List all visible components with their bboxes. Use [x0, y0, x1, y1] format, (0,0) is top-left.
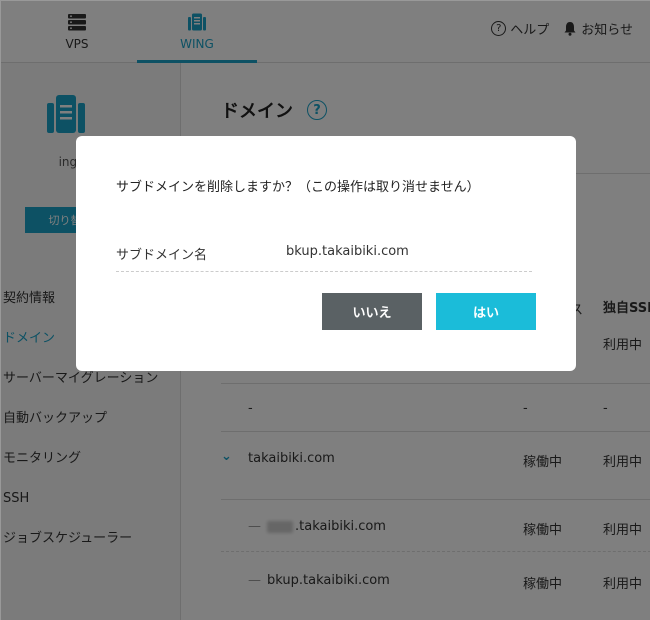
- subdomain-name-label: サブドメイン名: [116, 248, 208, 263]
- no-button[interactable]: いいえ: [322, 293, 422, 330]
- subdomain-name-value: bkup.takaibiki.com: [286, 244, 409, 259]
- yes-button[interactable]: はい: [436, 293, 536, 330]
- dialog-title: サブドメインを削除しますか？（この操作は取り消せません）: [116, 180, 480, 195]
- page: VPS WING ? ヘルプ お知らせ: [1, 1, 650, 620]
- confirm-dialog: サブドメインを削除しますか？（この操作は取り消せません） サブドメイン名 bku…: [76, 136, 576, 371]
- dialog-divider: [116, 271, 532, 272]
